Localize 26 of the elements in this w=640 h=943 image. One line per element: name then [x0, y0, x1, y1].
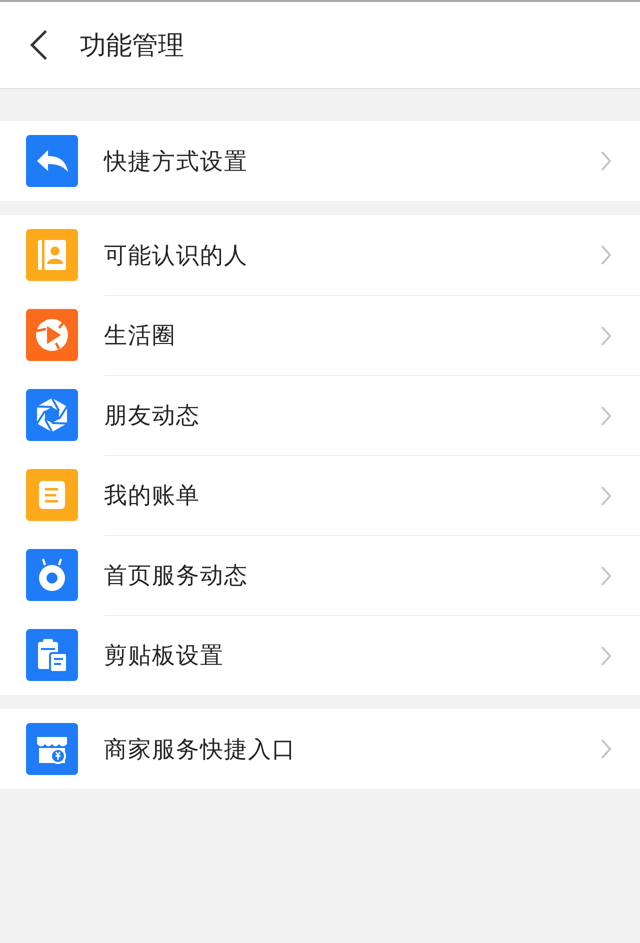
item-label: 朋友动态 — [104, 402, 200, 431]
settings-item[interactable]: 我的账单 — [0, 455, 640, 535]
item-label: 可能认识的人 — [104, 242, 248, 270]
chevron-right-icon — [600, 484, 612, 506]
settings-item[interactable]: 快捷方式设置 — [0, 121, 640, 201]
back-icon[interactable] — [29, 29, 49, 61]
chevron-right-icon — [600, 564, 612, 586]
settings-item[interactable]: 生活圈 — [0, 295, 640, 375]
item-label: 我的账单 — [104, 482, 200, 511]
item-label: 首页服务动态 — [104, 562, 248, 591]
settings-item[interactable]: 首页服务动态 — [0, 535, 640, 615]
item-label: 商家服务快捷入口 — [104, 736, 296, 764]
chevron-right-icon — [600, 150, 612, 172]
chevron-right-icon — [600, 738, 612, 760]
settings-item[interactable]: 商家服务快捷入口 — [0, 709, 640, 789]
settings-item[interactable]: 朋友动态 — [0, 375, 640, 455]
chevron-right-icon — [600, 244, 612, 266]
item-label: 剪贴板设置 — [104, 642, 224, 671]
item-label: 快捷方式设置 — [104, 148, 248, 176]
settings-item[interactable]: 剪贴板设置 — [0, 615, 640, 695]
settings-item[interactable]: 可能认识的人 — [0, 215, 640, 295]
chevron-right-icon — [600, 644, 612, 666]
item-label: 生活圈 — [104, 322, 176, 351]
chevron-right-icon — [600, 324, 612, 346]
chevron-right-icon — [600, 404, 612, 426]
page-title: 功能管理 — [80, 30, 184, 62]
